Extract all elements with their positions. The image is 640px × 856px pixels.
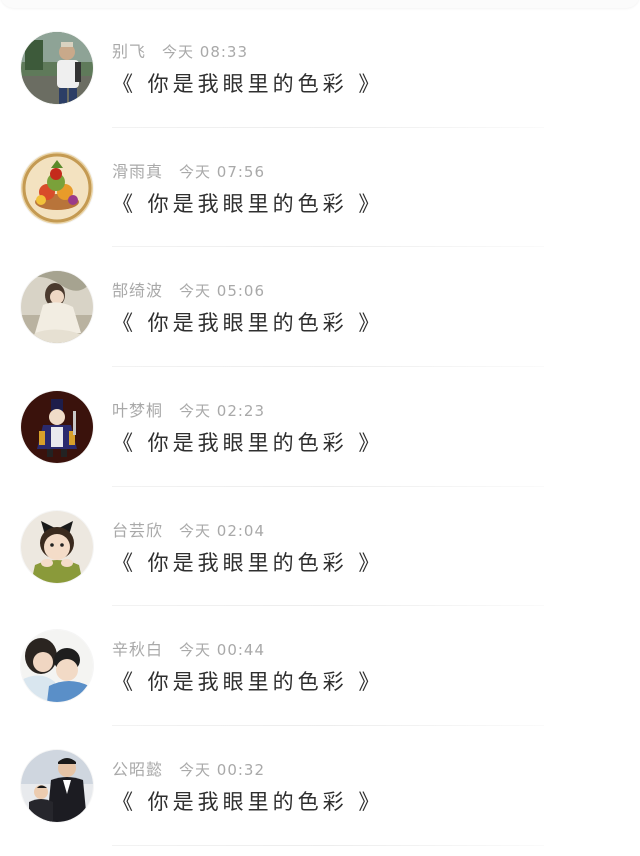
comment-meta: 郜绮波 今天 05:06 bbox=[112, 277, 265, 301]
comment-meta: 滑雨真 今天 07:56 bbox=[112, 158, 265, 182]
timestamp: 今天 08:33 bbox=[162, 43, 249, 61]
comment-item[interactable]: 公昭懿 今天 00:32 《 你是我眼里的色彩 》 bbox=[0, 726, 640, 846]
comment-item[interactable]: 别飞 今天 08:33 《 你是我眼里的色彩 》 bbox=[0, 8, 640, 128]
comment-text: 《 你是我眼里的色彩 》 bbox=[112, 191, 384, 216]
username[interactable]: 滑雨真 bbox=[112, 162, 163, 181]
timestamp: 今天 00:44 bbox=[179, 641, 266, 660]
username[interactable]: 郜绮波 bbox=[112, 281, 163, 300]
username[interactable]: 辛秋白 bbox=[112, 640, 163, 659]
avatar-woman-painting-icon[interactable] bbox=[21, 271, 93, 344]
divider bbox=[112, 844, 544, 846]
timestamp: 今天 02:23 bbox=[179, 402, 266, 421]
username[interactable]: 公昭懿 bbox=[112, 760, 163, 779]
comment-item[interactable]: 滑雨真 今天 07:56 《 你是我眼里的色彩 》 bbox=[0, 128, 640, 248]
comment-text: 《 你是我眼里的色彩 》 bbox=[112, 72, 384, 96]
comment-text: 《 你是我眼里的色彩 》 bbox=[112, 670, 384, 695]
avatar-mother-child-icon[interactable] bbox=[21, 630, 93, 703]
comment-text: 《 你是我眼里的色彩 》 bbox=[112, 311, 384, 336]
comment-item[interactable]: 台芸欣 今天 02:04 《 你是我眼里的色彩 》 bbox=[0, 487, 640, 607]
comment-list: 别飞 今天 08:33 《 你是我眼里的色彩 》 滑雨真 今天 07:56 《 你是… bbox=[0, 8, 640, 846]
avatar-girl-bow-icon[interactable] bbox=[21, 510, 93, 583]
timestamp: 今天 05:06 bbox=[179, 282, 266, 301]
avatar-man-photo-icon[interactable] bbox=[21, 32, 93, 104]
username[interactable]: 叶梦桐 bbox=[112, 401, 163, 420]
avatar-fruit-platter-icon[interactable] bbox=[21, 151, 93, 224]
comment-text: 《 你是我眼里的色彩 》 bbox=[112, 790, 384, 815]
timestamp: 今天 07:56 bbox=[179, 162, 266, 181]
comment-item[interactable]: 辛秋白 今天 00:44 《 你是我眼里的色彩 》 bbox=[0, 606, 640, 727]
comment-item[interactable]: 叶梦桐 今天 02:23 《 你是我眼里的色彩 》 bbox=[0, 367, 640, 487]
comment-item[interactable]: 郜绮波 今天 05:06 《 你是我眼里的色彩 》 bbox=[0, 247, 640, 368]
comment-meta: 辛秋白 今天 00:44 bbox=[112, 636, 265, 660]
username[interactable]: 台芸欣 bbox=[112, 521, 163, 540]
comment-meta: 别飞 今天 08:33 bbox=[112, 38, 248, 62]
comment-meta: 公昭懿 今天 00:32 bbox=[112, 756, 265, 780]
top-card-edge bbox=[0, 0, 640, 8]
comment-meta: 台芸欣 今天 02:04 bbox=[112, 517, 265, 541]
username[interactable]: 别飞 bbox=[112, 42, 146, 61]
avatar-cartoon-character-icon[interactable] bbox=[21, 391, 93, 464]
comment-text: 《 你是我眼里的色彩 》 bbox=[112, 431, 384, 456]
comment-meta: 叶梦桐 今天 02:23 bbox=[112, 397, 265, 421]
timestamp: 今天 02:04 bbox=[179, 521, 266, 540]
avatar-father-son-icon[interactable] bbox=[21, 750, 93, 823]
comment-text: 《 你是我眼里的色彩 》 bbox=[112, 550, 384, 575]
timestamp: 今天 00:32 bbox=[179, 761, 266, 780]
